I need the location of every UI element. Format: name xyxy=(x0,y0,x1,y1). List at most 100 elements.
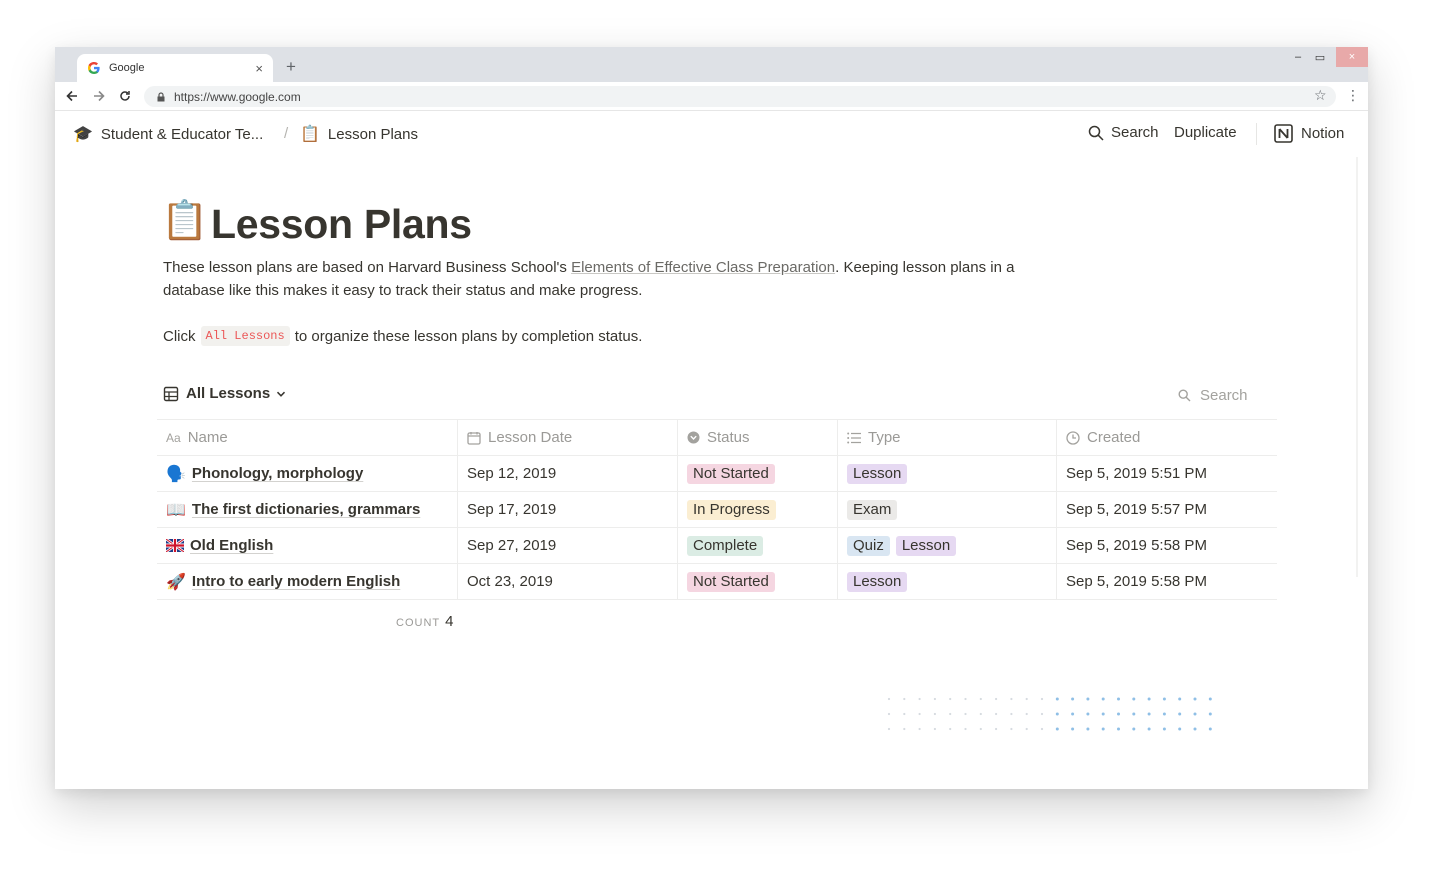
open-book-icon: 📖 xyxy=(166,501,186,519)
cell-name[interactable]: 📖 The first dictionaries, grammars xyxy=(157,492,458,527)
rocket-icon: 🚀 xyxy=(166,573,186,591)
cell-name[interactable]: 🗣️ Phonology, morphology xyxy=(157,456,458,491)
duplicate-button[interactable]: Duplicate xyxy=(1174,124,1237,141)
cell-created: Sep 5, 2019 5:51 PM xyxy=(1066,465,1207,482)
column-header-type[interactable]: Type xyxy=(838,420,1057,455)
decorative-dot xyxy=(918,697,921,701)
close-window-button[interactable]: × xyxy=(1336,47,1368,67)
decorative-dot xyxy=(964,697,967,701)
tab-title: Google xyxy=(109,62,145,74)
cell-lesson-date[interactable]: Sep 17, 2019 xyxy=(458,492,678,527)
lesson-name[interactable]: Old English xyxy=(190,537,273,554)
type-tag: Lesson xyxy=(847,463,908,484)
topbar-search-label: Search xyxy=(1111,124,1159,141)
decorative-dot xyxy=(1147,712,1151,716)
forward-arrow-icon[interactable] xyxy=(91,88,107,104)
decorative-dot xyxy=(933,727,936,731)
topbar-search-button[interactable]: Search xyxy=(1088,124,1159,141)
cell-status[interactable]: Not Started xyxy=(678,456,838,491)
back-arrow-icon[interactable] xyxy=(64,88,80,104)
tab-close-icon[interactable]: × xyxy=(255,62,263,75)
column-header-lesson-date[interactable]: Lesson Date xyxy=(458,420,678,455)
address-bar[interactable]: https://www.google.com xyxy=(144,86,1336,107)
status-badge: In Progress xyxy=(687,499,776,520)
decorative-dot xyxy=(1055,712,1059,716)
decorative-dot xyxy=(1040,712,1044,716)
decorative-dot xyxy=(1193,697,1197,701)
database-search-placeholder: Search xyxy=(1200,387,1248,404)
decorative-dot xyxy=(1162,712,1166,716)
decorative-dot xyxy=(1132,727,1136,731)
tab-strip: Google × + – ▭ × xyxy=(55,47,1368,82)
cell-lesson-date[interactable]: Sep 12, 2019 xyxy=(458,456,678,491)
cell-status[interactable]: Not Started xyxy=(678,564,838,599)
decorative-dot xyxy=(1117,697,1120,701)
lesson-name[interactable]: Intro to early modern English xyxy=(192,573,400,590)
table-row[interactable]: 📖 The first dictionaries, grammars Sep 1… xyxy=(157,492,1277,528)
lesson-name[interactable]: The first dictionaries, grammars xyxy=(192,501,420,518)
column-header-status[interactable]: Status xyxy=(678,420,838,455)
browser-tab[interactable]: Google × xyxy=(77,54,273,82)
decorative-dot xyxy=(1040,697,1044,701)
list-icon xyxy=(847,432,861,444)
cell-created: Sep 5, 2019 5:58 PM xyxy=(1066,573,1207,590)
select-icon xyxy=(687,431,700,444)
decorative-dot xyxy=(995,712,998,716)
decorative-dot xyxy=(949,712,952,716)
decorative-dot xyxy=(1040,727,1044,731)
page-clipboard-icon[interactable]: 📋 xyxy=(161,202,208,240)
lesson-plans-table: Aa Name Lesson Date Status Type Created … xyxy=(157,419,1277,600)
page-scrollbar[interactable] xyxy=(1356,157,1358,577)
notion-button[interactable]: Notion xyxy=(1274,124,1344,143)
decorative-dot xyxy=(903,727,906,731)
instruction-prefix: Click xyxy=(163,327,196,345)
column-header-name[interactable]: Aa Name xyxy=(157,420,458,455)
cell-status[interactable]: In Progress xyxy=(678,492,838,527)
new-tab-button[interactable]: + xyxy=(286,58,296,75)
breadcrumb-page[interactable]: 📋 Lesson Plans xyxy=(300,124,418,144)
lesson-name[interactable]: Phonology, morphology xyxy=(192,465,363,482)
table-count[interactable]: COUNT 4 xyxy=(396,613,453,630)
cell-name[interactable]: 🚀 Intro to early modern English xyxy=(157,564,458,599)
cell-type[interactable]: Lesson xyxy=(838,564,1057,599)
notion-topbar: 🎓 Student & Educator Te... / 📋 Lesson Pl… xyxy=(55,111,1368,157)
decorative-dot xyxy=(1086,712,1090,716)
page-title: Lesson Plans xyxy=(211,201,472,247)
inline-code-all-lessons: All Lessons xyxy=(200,326,290,346)
bookmark-star-icon[interactable]: ☆ xyxy=(1314,88,1327,102)
cell-type[interactable]: Exam xyxy=(838,492,1057,527)
column-header-created[interactable]: Created xyxy=(1057,420,1277,455)
view-selector[interactable]: All Lessons xyxy=(163,385,286,402)
decorative-dot xyxy=(1101,697,1105,701)
table-row[interactable]: Old English Sep 27, 2019 Complete Quiz L… xyxy=(157,528,1277,564)
cell-type[interactable]: Lesson xyxy=(838,456,1057,491)
elements-of-class-preparation-link[interactable]: Elements of Effective Class Preparation xyxy=(571,259,835,276)
url-text: https://www.google.com xyxy=(174,89,301,104)
breadcrumb-workspace-label: Student & Educator Te... xyxy=(100,125,264,143)
table-row[interactable]: 🗣️ Phonology, morphology Sep 12, 2019 No… xyxy=(157,456,1277,492)
table-row[interactable]: 🚀 Intro to early modern English Oct 23, … xyxy=(157,564,1277,600)
decorative-dot xyxy=(1010,712,1013,716)
cell-lesson-date[interactable]: Oct 23, 2019 xyxy=(458,564,678,599)
cell-status[interactable]: Complete xyxy=(678,528,838,563)
cell-lesson-date[interactable]: Sep 27, 2019 xyxy=(458,528,678,563)
decorative-dot xyxy=(1178,697,1182,701)
decorative-dot xyxy=(1055,727,1059,731)
browser-menu-icon[interactable]: ⋮ xyxy=(1346,88,1360,102)
decorative-dot xyxy=(1193,727,1197,731)
minimize-button[interactable]: – xyxy=(1288,47,1308,67)
page-description: These lesson plans are based on Harvard … xyxy=(163,259,1015,299)
database-search[interactable]: Search xyxy=(1178,387,1248,404)
maximize-button[interactable]: ▭ xyxy=(1310,47,1330,67)
decorative-dot xyxy=(979,697,982,701)
decorative-dot xyxy=(1086,727,1090,731)
breadcrumb-separator: / xyxy=(284,125,289,142)
cell-type[interactable]: Quiz Lesson xyxy=(838,528,1057,563)
cell-name[interactable]: Old English xyxy=(157,528,458,563)
breadcrumb-workspace[interactable]: 🎓 Student & Educator Te... xyxy=(73,124,263,144)
speaking-head-icon: 🗣️ xyxy=(166,465,186,483)
decorative-dot xyxy=(933,712,936,716)
reload-icon[interactable] xyxy=(117,88,133,104)
type-tag: Lesson xyxy=(847,571,908,592)
decorative-dot xyxy=(1071,727,1075,731)
